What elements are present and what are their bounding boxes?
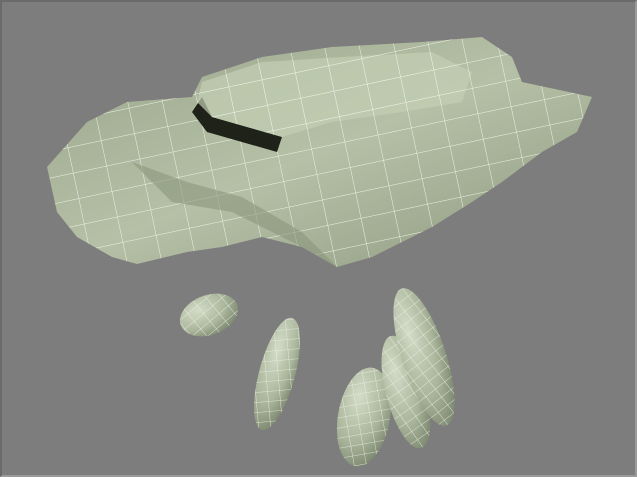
rock-2[interactable]	[245, 313, 310, 434]
rock-1[interactable]	[174, 286, 244, 344]
terrain-mesh[interactable]	[47, 37, 592, 267]
viewport-canvas[interactable]	[2, 2, 637, 477]
3d-viewport[interactable]	[0, 0, 637, 477]
